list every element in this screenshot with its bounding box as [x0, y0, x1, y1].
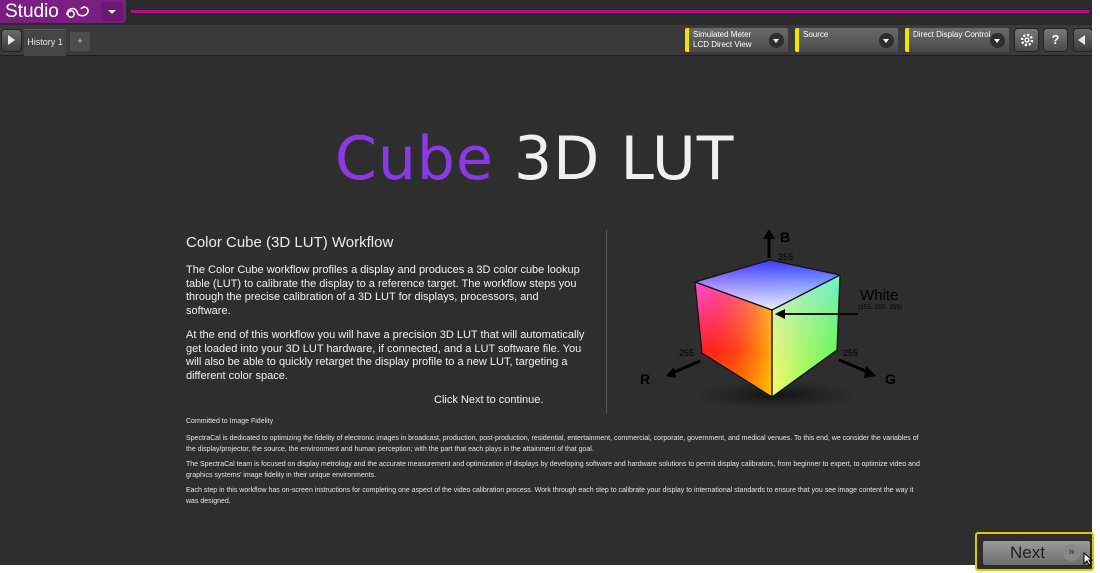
logo-icon	[66, 6, 89, 18]
collapse-panel-button[interactable]	[1073, 28, 1092, 52]
workflow-paragraph-2: At the end of this workflow you will hav…	[186, 329, 585, 383]
help-button[interactable]: ?	[1043, 28, 1068, 52]
click-next-hint: Click Next to continue.	[434, 394, 544, 406]
fidelity-paragraph-2: The SpectraCal team is focused on displa…	[186, 461, 920, 479]
axis-b-label: B	[780, 229, 790, 245]
next-button-highlight: Next »	[975, 532, 1094, 571]
axis-g-label: G	[885, 371, 896, 387]
title-bar: Studio	[0, 0, 1092, 25]
color-cube-illustration: B 255 R 255 G 255 White (255, 255, 255)	[640, 229, 902, 409]
axis-r-value: 255	[679, 348, 694, 358]
display-control-dropdown[interactable]: Direct Display Control	[905, 28, 1009, 52]
play-icon[interactable]	[1, 29, 22, 52]
white-values: (255, 255, 255)	[858, 304, 902, 311]
axis-r-label: R	[640, 371, 650, 387]
next-button[interactable]: Next »	[982, 540, 1091, 566]
chevron-down-icon	[990, 33, 1005, 48]
progress-line	[131, 10, 1089, 13]
axis-g-value: 255	[843, 348, 858, 358]
workflow-paragraph-1: The Color Cube workflow profiles a displ…	[186, 264, 580, 318]
tab-history-1[interactable]: History 1	[24, 29, 66, 56]
gear-icon	[1020, 33, 1033, 47]
workflow-title: Color Cube (3D LUT) Workflow	[186, 234, 394, 251]
white-label: White	[860, 287, 898, 304]
fidelity-title: Committed to Image Fidelity	[186, 418, 274, 425]
axis-b-value: 255	[778, 252, 793, 262]
app-window: Studio History 1 + Simulated Meter LCD D…	[0, 0, 1092, 565]
studio-menu-button[interactable]: Studio	[0, 0, 126, 23]
hero-title-lut: 3D LUT	[514, 124, 735, 194]
add-tab-button[interactable]: +	[69, 31, 91, 52]
chevron-down-icon	[769, 33, 784, 48]
settings-button[interactable]	[1014, 28, 1039, 52]
source-dropdown[interactable]: Source	[795, 28, 898, 52]
fidelity-paragraph-1: SpectraCal is dedicated to optimizing th…	[186, 435, 919, 453]
chevron-down-icon[interactable]	[101, 2, 123, 21]
meter-dropdown[interactable]: Simulated Meter LCD Direct View	[685, 28, 788, 52]
hero-title-cube: Cube	[335, 124, 494, 194]
double-chevron-right-icon: »	[1063, 544, 1080, 561]
mouse-cursor-icon	[1083, 552, 1093, 566]
chevron-down-icon	[879, 33, 894, 48]
fidelity-paragraph-3: Each step in this workflow has on-screen…	[186, 487, 914, 505]
hero-title: Cube 3D LUT	[335, 126, 765, 192]
toolbar: History 1 + Simulated Meter LCD Direct V…	[0, 25, 1092, 56]
divider	[606, 230, 607, 413]
logo-text: Studio	[5, 1, 59, 22]
next-button-label: Next	[1010, 543, 1045, 562]
